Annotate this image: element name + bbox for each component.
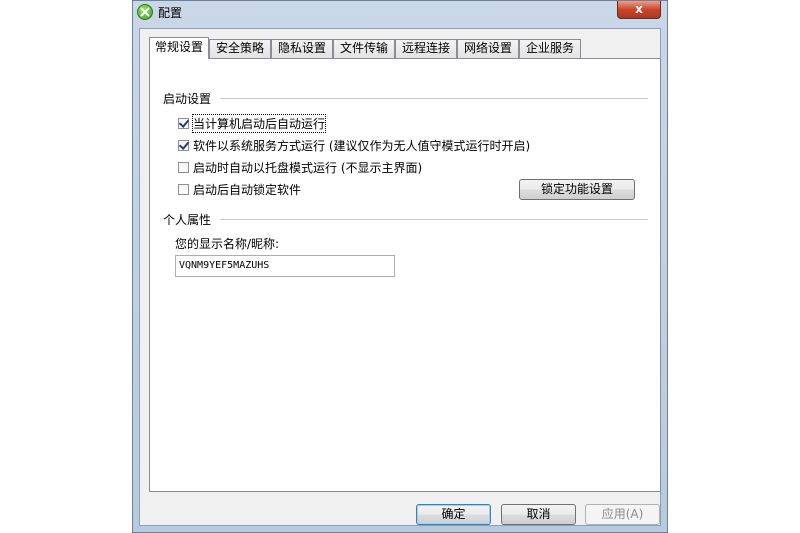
- auto-lock-checkbox[interactable]: 启动后自动锁定软件: [178, 180, 301, 198]
- run-as-service-label: 软件以系统服务方式运行 (建议仅作为无人值守模式运行时开启): [193, 138, 531, 153]
- window-title: 配置: [158, 6, 183, 20]
- tab-general[interactable]: 常规设置: [149, 37, 209, 59]
- apply-button[interactable]: 应用(A): [585, 504, 660, 525]
- auto-lock-label: 启动后自动锁定软件: [193, 182, 302, 197]
- close-icon: x: [635, 2, 643, 16]
- title-bar[interactable]: 配置 x: [133, 1, 667, 23]
- tray-mode-label: 启动时自动以托盘模式运行 (不显示主界面): [193, 160, 423, 175]
- checkbox-checked-icon[interactable]: [178, 117, 189, 129]
- checkbox-checked-icon[interactable]: [178, 139, 189, 151]
- tab-network[interactable]: 网络设置: [457, 39, 519, 58]
- run-as-service-checkbox[interactable]: 软件以系统服务方式运行 (建议仅作为无人值守模式运行时开启): [178, 136, 530, 154]
- auto-run-label: 当计算机启动后自动运行: [191, 113, 327, 133]
- close-button[interactable]: x: [617, 1, 661, 19]
- display-name-input[interactable]: VQNM9YEF5MAZUHS: [175, 255, 395, 277]
- tray-mode-checkbox[interactable]: 启动时自动以托盘模式运行 (不显示主界面): [178, 158, 422, 176]
- app-logo-icon: [137, 4, 153, 20]
- checkbox-unchecked-icon[interactable]: [178, 183, 189, 195]
- personal-group-divider: [220, 219, 648, 221]
- startup-group-title: 启动设置: [163, 90, 216, 107]
- auto-run-checkbox[interactable]: 当计算机启动后自动运行: [178, 113, 327, 133]
- checkbox-unchecked-icon[interactable]: [178, 161, 189, 173]
- cancel-button[interactable]: 取消: [501, 504, 576, 525]
- startup-group-divider: [220, 98, 648, 100]
- tab-file-transfer[interactable]: 文件传输: [333, 39, 395, 58]
- tab-security-policy[interactable]: 安全策略: [209, 39, 271, 58]
- ok-button[interactable]: 确定: [416, 504, 491, 525]
- general-settings-panel: 启动设置 当计算机启动后自动运行 软件以系统服务方式运行 (建议仅作为无人值守模…: [149, 58, 661, 492]
- config-window: 配置 x 常规设置 安全策略 隐私设置 文件传输 远程连接 网络设置 企业服务 …: [132, 0, 668, 533]
- personal-group-title: 个人属性: [163, 211, 216, 228]
- tab-remote-connection[interactable]: 远程连接: [395, 39, 457, 58]
- tab-enterprise[interactable]: 企业服务: [519, 39, 581, 58]
- dialog-client: 常规设置 安全策略 隐私设置 文件传输 远程连接 网络设置 企业服务 启动设置 …: [139, 28, 661, 526]
- lock-settings-button[interactable]: 锁定功能设置: [519, 179, 635, 200]
- tab-privacy[interactable]: 隐私设置: [271, 39, 333, 58]
- display-name-label: 您的显示名称/昵称:: [175, 237, 280, 251]
